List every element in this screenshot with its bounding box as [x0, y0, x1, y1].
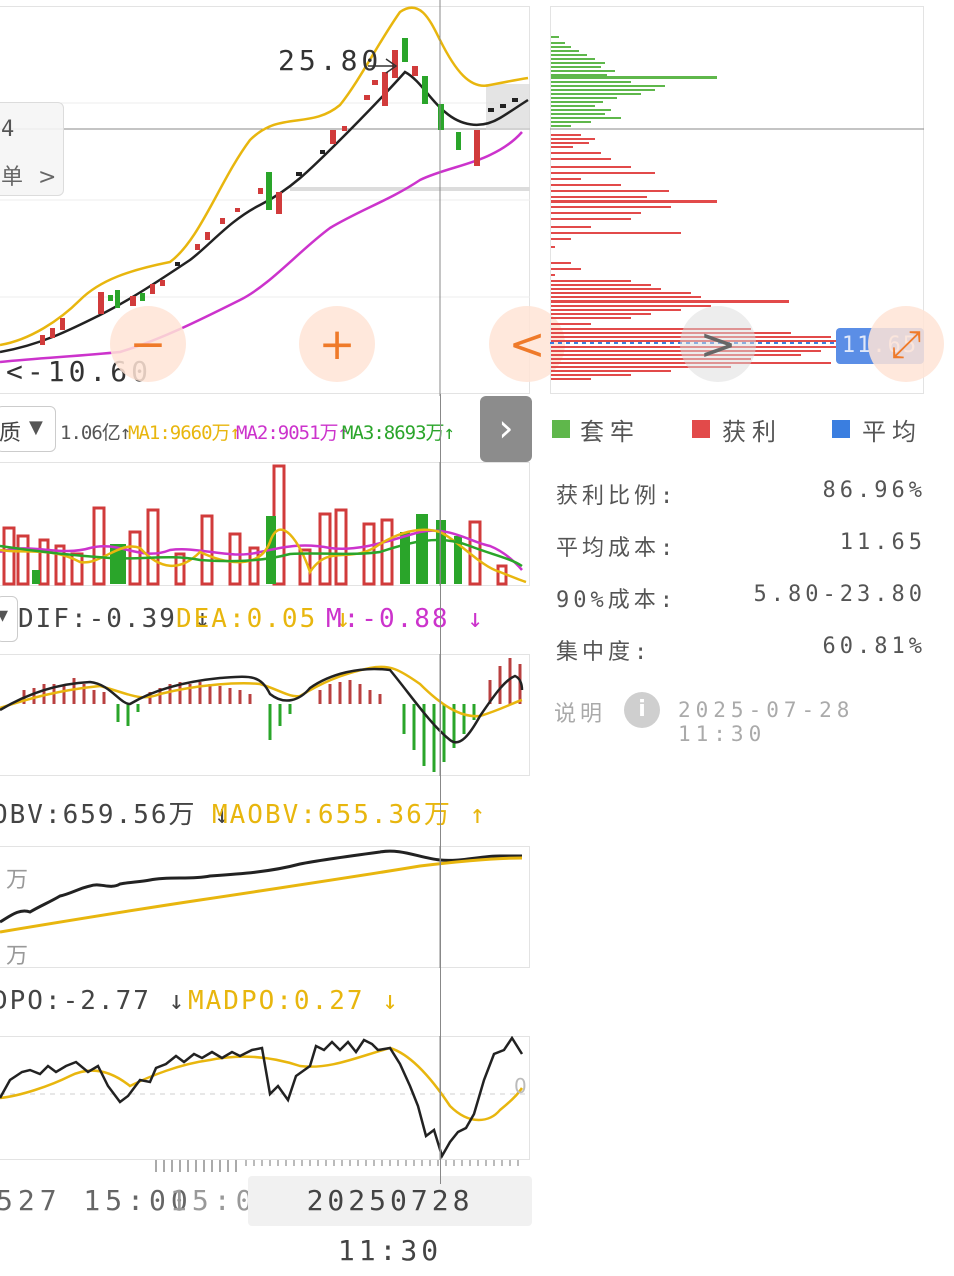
- volume-chart: [0, 462, 527, 586]
- stat-label: 90%成本:: [556, 588, 677, 613]
- zoom-in-button[interactable]: +: [299, 306, 375, 382]
- legend-average-swatch: [832, 420, 850, 438]
- fullscreen-button[interactable]: ⤢: [868, 306, 944, 382]
- legend-trapped-swatch: [552, 420, 570, 438]
- time-label-current: 20250728 11:30: [248, 1176, 532, 1267]
- stat-label: 集中度:: [556, 640, 652, 665]
- stat-value: 86.96%: [822, 478, 926, 503]
- volume-selector-label: 质: [0, 421, 22, 446]
- chevron-right-icon: >: [699, 318, 737, 370]
- volume-total: 1.06亿↑: [60, 422, 131, 444]
- legend-profit-swatch: [692, 420, 710, 438]
- kline-chart[interactable]: [0, 0, 532, 396]
- zoom-out-button[interactable]: −: [110, 306, 186, 382]
- info-tooltip[interactable]: 4 单 >: [0, 102, 64, 196]
- dropdown-triangle-icon: ▾: [0, 603, 9, 628]
- legend-average-label: 平均: [862, 418, 922, 446]
- chip-next-button[interactable]: >: [680, 306, 756, 382]
- legend-profit-label: 获利: [722, 418, 782, 446]
- stat-90-cost: 90%成本: 5.80-23.80: [556, 582, 926, 614]
- volume-selector[interactable]: 质 ▼: [0, 406, 56, 452]
- stat-avg-cost: 平均成本: 11.65: [556, 530, 926, 562]
- volume-ma2: MA2:9051万↑: [236, 422, 349, 444]
- note-timestamp: 2025-07-28 11:30: [678, 698, 855, 746]
- tooltip-value: 4: [1, 117, 15, 142]
- dpo-value: DPO:-2.77 ↓: [0, 986, 187, 1016]
- dropdown-triangle-icon: ▼: [29, 417, 43, 438]
- obv-chart: [0, 846, 523, 968]
- volume-ma1: MA1:9660万↑: [128, 422, 241, 444]
- time-scroll-ticks[interactable]: [150, 1158, 530, 1178]
- high-marker-arrow: [368, 58, 398, 74]
- obv-value: OBV:659.56万 ↓: [0, 800, 232, 830]
- chevron-left-icon: <: [508, 318, 546, 370]
- expand-indicator-button[interactable]: ›: [480, 396, 532, 462]
- tooltip-detail-link[interactable]: 单 >: [1, 159, 56, 191]
- crosshair-vertical: [440, 394, 441, 1184]
- obv-axis-top: 万: [6, 868, 29, 893]
- chip-bars-green: [551, 36, 717, 127]
- plus-icon: +: [318, 318, 356, 370]
- legend-trapped-label: 套牢: [580, 418, 640, 446]
- madpo-value: MADPO:0.27 ↓: [188, 986, 400, 1016]
- note-label: 说明: [554, 702, 607, 727]
- stat-value: 5.80-23.80: [753, 582, 926, 607]
- macd-chart: [0, 654, 524, 776]
- tooltip-link-text: 单: [1, 165, 24, 190]
- note-row[interactable]: 说明 i 2025-07-28 11:30: [554, 690, 934, 746]
- stat-value: 11.65: [839, 530, 926, 555]
- macd-m: M:-0.88 ↓: [326, 604, 485, 634]
- stat-concentration: 集中度: 60.81%: [556, 634, 926, 666]
- candles: [40, 38, 518, 345]
- volume-ma3: MA3:8693万↑: [342, 422, 455, 444]
- stat-label: 平均成本:: [556, 536, 678, 561]
- minus-icon: −: [129, 318, 167, 370]
- time-label-left: 527 15:00: [0, 1184, 193, 1217]
- chevron-right-icon: >: [38, 165, 57, 190]
- obv-axis-bottom: 万: [6, 944, 29, 969]
- stat-profit-ratio: 获利比例: 86.96%: [556, 478, 926, 510]
- expand-icon: ⤢: [890, 321, 922, 366]
- maobv-value: MAOBV:655.36万 ↑: [212, 800, 488, 830]
- high-price-marker: 25.80: [278, 44, 383, 77]
- dpo-zero-label: 0: [514, 1074, 527, 1098]
- dpo-chart: [0, 1036, 530, 1160]
- stat-label: 获利比例:: [556, 484, 678, 509]
- macd-selector[interactable]: ▾: [0, 596, 18, 642]
- info-icon[interactable]: i: [624, 692, 660, 728]
- stat-value: 60.81%: [822, 634, 926, 659]
